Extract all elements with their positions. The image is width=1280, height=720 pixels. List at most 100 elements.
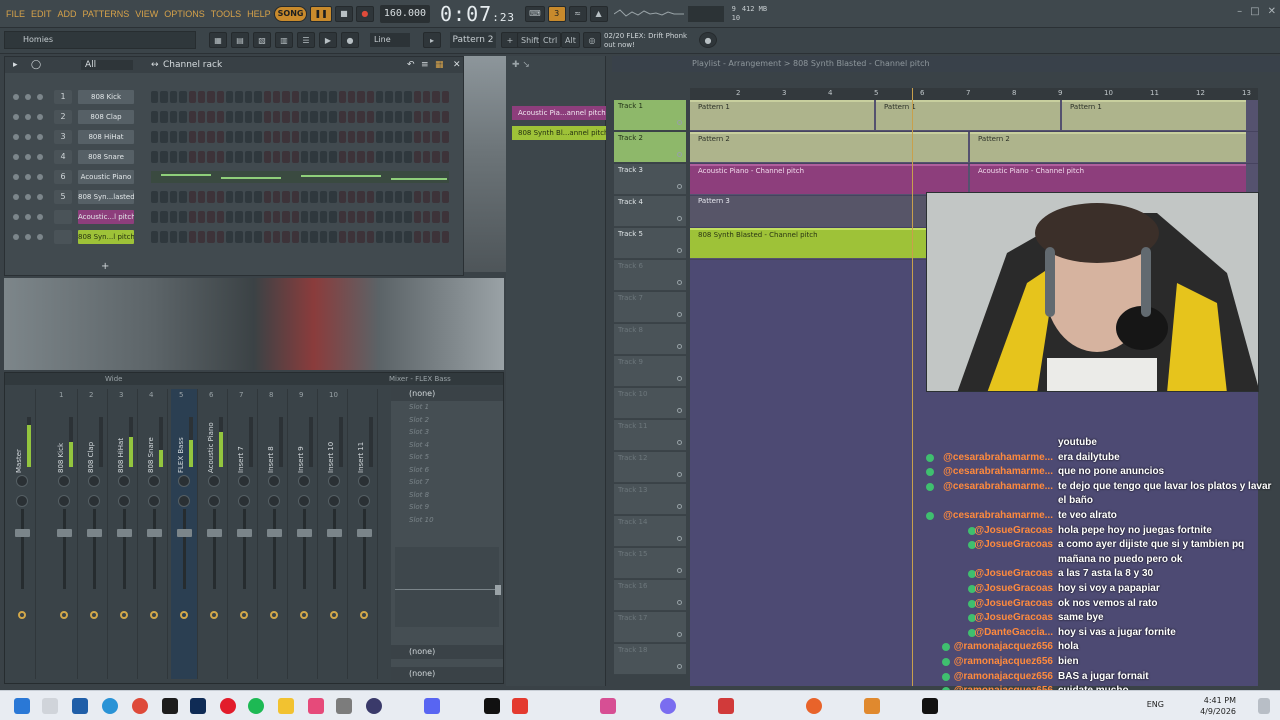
menu-help[interactable]: HELP [247, 9, 271, 19]
step-button[interactable] [169, 91, 178, 103]
track-header[interactable]: Track 10 [614, 388, 686, 419]
step-button[interactable] [319, 151, 328, 163]
channel-leds[interactable] [13, 174, 43, 180]
step-button[interactable] [413, 191, 421, 203]
effect-slot[interactable]: Slot 2 [391, 414, 503, 427]
step-button[interactable] [301, 91, 309, 103]
stereo-knob[interactable] [118, 495, 130, 507]
menu-arrow-icon[interactable]: ▸ [13, 60, 18, 70]
step-button[interactable] [329, 191, 337, 203]
step-button[interactable] [179, 151, 187, 163]
stereo-knob[interactable] [208, 495, 220, 507]
step-button[interactable] [272, 131, 281, 143]
step-button[interactable] [413, 111, 421, 123]
channel-name-button[interactable]: 808 HiHat [78, 130, 134, 144]
step-button[interactable] [160, 211, 168, 223]
picker-tools-icon[interactable]: ✚ ↘ [512, 60, 530, 70]
typing-keyboard-icon[interactable]: ⌨ [525, 5, 545, 22]
piano-roll-preview[interactable] [151, 171, 449, 183]
chat-username[interactable]: @JosueGracoas [912, 524, 1053, 538]
search-icon[interactable] [42, 698, 58, 714]
pattern-prev-icon[interactable]: ▸ [423, 32, 441, 48]
send-knob[interactable] [240, 611, 248, 619]
step-button[interactable] [291, 191, 299, 203]
step-button[interactable] [329, 151, 337, 163]
pattern-clip[interactable]: Pattern 1 [876, 100, 1060, 130]
chat-username[interactable]: @JosueGracoas [912, 567, 1053, 581]
spotify-icon[interactable] [248, 698, 264, 714]
step-button[interactable] [338, 211, 346, 223]
step-button[interactable] [338, 191, 346, 203]
discord-icon[interactable] [424, 698, 440, 714]
step-button[interactable] [226, 111, 234, 123]
step-button[interactable] [432, 231, 440, 243]
step-button[interactable] [216, 231, 224, 243]
step-button[interactable] [272, 91, 281, 103]
step-button[interactable] [160, 231, 168, 243]
step-button[interactable] [347, 211, 356, 223]
send-knob[interactable] [300, 611, 308, 619]
step-button[interactable] [151, 151, 159, 163]
maximize-icon[interactable]: □ [1250, 6, 1259, 17]
step-button[interactable] [291, 111, 299, 123]
step-button[interactable] [263, 191, 271, 203]
track-mute-icon[interactable] [677, 184, 682, 189]
step-button[interactable] [197, 211, 206, 223]
volume-fader[interactable] [87, 529, 102, 537]
pattern-selector[interactable]: Pattern 2 [450, 32, 496, 48]
track-mute-icon[interactable] [677, 376, 682, 381]
track-header[interactable]: Track 14 [614, 516, 686, 547]
effect-slot[interactable]: Slot 5 [391, 451, 503, 464]
swing-icon[interactable]: ◯ [31, 60, 41, 70]
track-mute-icon[interactable] [677, 120, 682, 125]
step-button[interactable] [366, 131, 374, 143]
chat-username[interactable]: @cesarabrahamarme... [912, 509, 1053, 523]
track-header[interactable]: Track 18 [614, 644, 686, 675]
mixer-strip[interactable]: 1 808 Kick [51, 389, 78, 679]
menu-view[interactable]: VIEW [135, 9, 158, 19]
rack-steps-icon[interactable]: ≡ [421, 60, 429, 70]
step-button[interactable] [254, 151, 262, 163]
step-button[interactable] [151, 191, 159, 203]
channel-rack-icon[interactable]: ▧ [253, 32, 271, 48]
step-sequencer[interactable] [151, 91, 449, 103]
step-button[interactable] [441, 211, 449, 223]
mixer-strip[interactable]: 2 808 Clap [81, 389, 108, 679]
mixer-strip[interactable]: 5 FLEX Bass [171, 389, 198, 679]
step-button[interactable] [385, 111, 393, 123]
step-button[interactable] [376, 231, 384, 243]
step-button[interactable] [235, 151, 243, 163]
step-button[interactable] [441, 111, 449, 123]
step-button[interactable] [301, 131, 309, 143]
step-button[interactable] [357, 211, 365, 223]
stereo-knob[interactable] [358, 495, 370, 507]
track-mute-icon[interactable] [677, 632, 682, 637]
volume-fader[interactable] [207, 529, 222, 537]
chat-username[interactable]: @cesarabrahamarme... [912, 465, 1053, 479]
stereo-knob[interactable] [178, 495, 190, 507]
step-button[interactable] [188, 231, 196, 243]
step-button[interactable] [188, 211, 196, 223]
step-button[interactable] [272, 231, 281, 243]
channel-name-button[interactable]: 808 Snare [78, 150, 134, 164]
step-button[interactable] [319, 111, 328, 123]
picker-item[interactable]: 808 Synth Bl...annel pitch [512, 126, 606, 140]
browser-icon[interactable]: ☰ [297, 32, 315, 48]
step-button[interactable] [413, 91, 421, 103]
step-button[interactable] [394, 131, 403, 143]
step-button[interactable] [329, 111, 337, 123]
step-button[interactable] [394, 111, 403, 123]
step-button[interactable] [338, 111, 346, 123]
track-mute-icon[interactable] [677, 408, 682, 413]
step-button[interactable] [394, 91, 403, 103]
track-header[interactable]: Track 12 [614, 452, 686, 483]
step-button[interactable] [347, 151, 356, 163]
volume-fader[interactable] [15, 529, 30, 537]
step-button[interactable] [207, 151, 215, 163]
automation-clip[interactable]: Acoustic Piano - Channel pitch [970, 164, 1246, 194]
step-button[interactable] [151, 211, 159, 223]
channel-mixer-track[interactable]: 5 [54, 190, 72, 204]
track-mute-icon[interactable] [677, 344, 682, 349]
send-knob[interactable] [360, 611, 368, 619]
step-button[interactable] [179, 191, 187, 203]
